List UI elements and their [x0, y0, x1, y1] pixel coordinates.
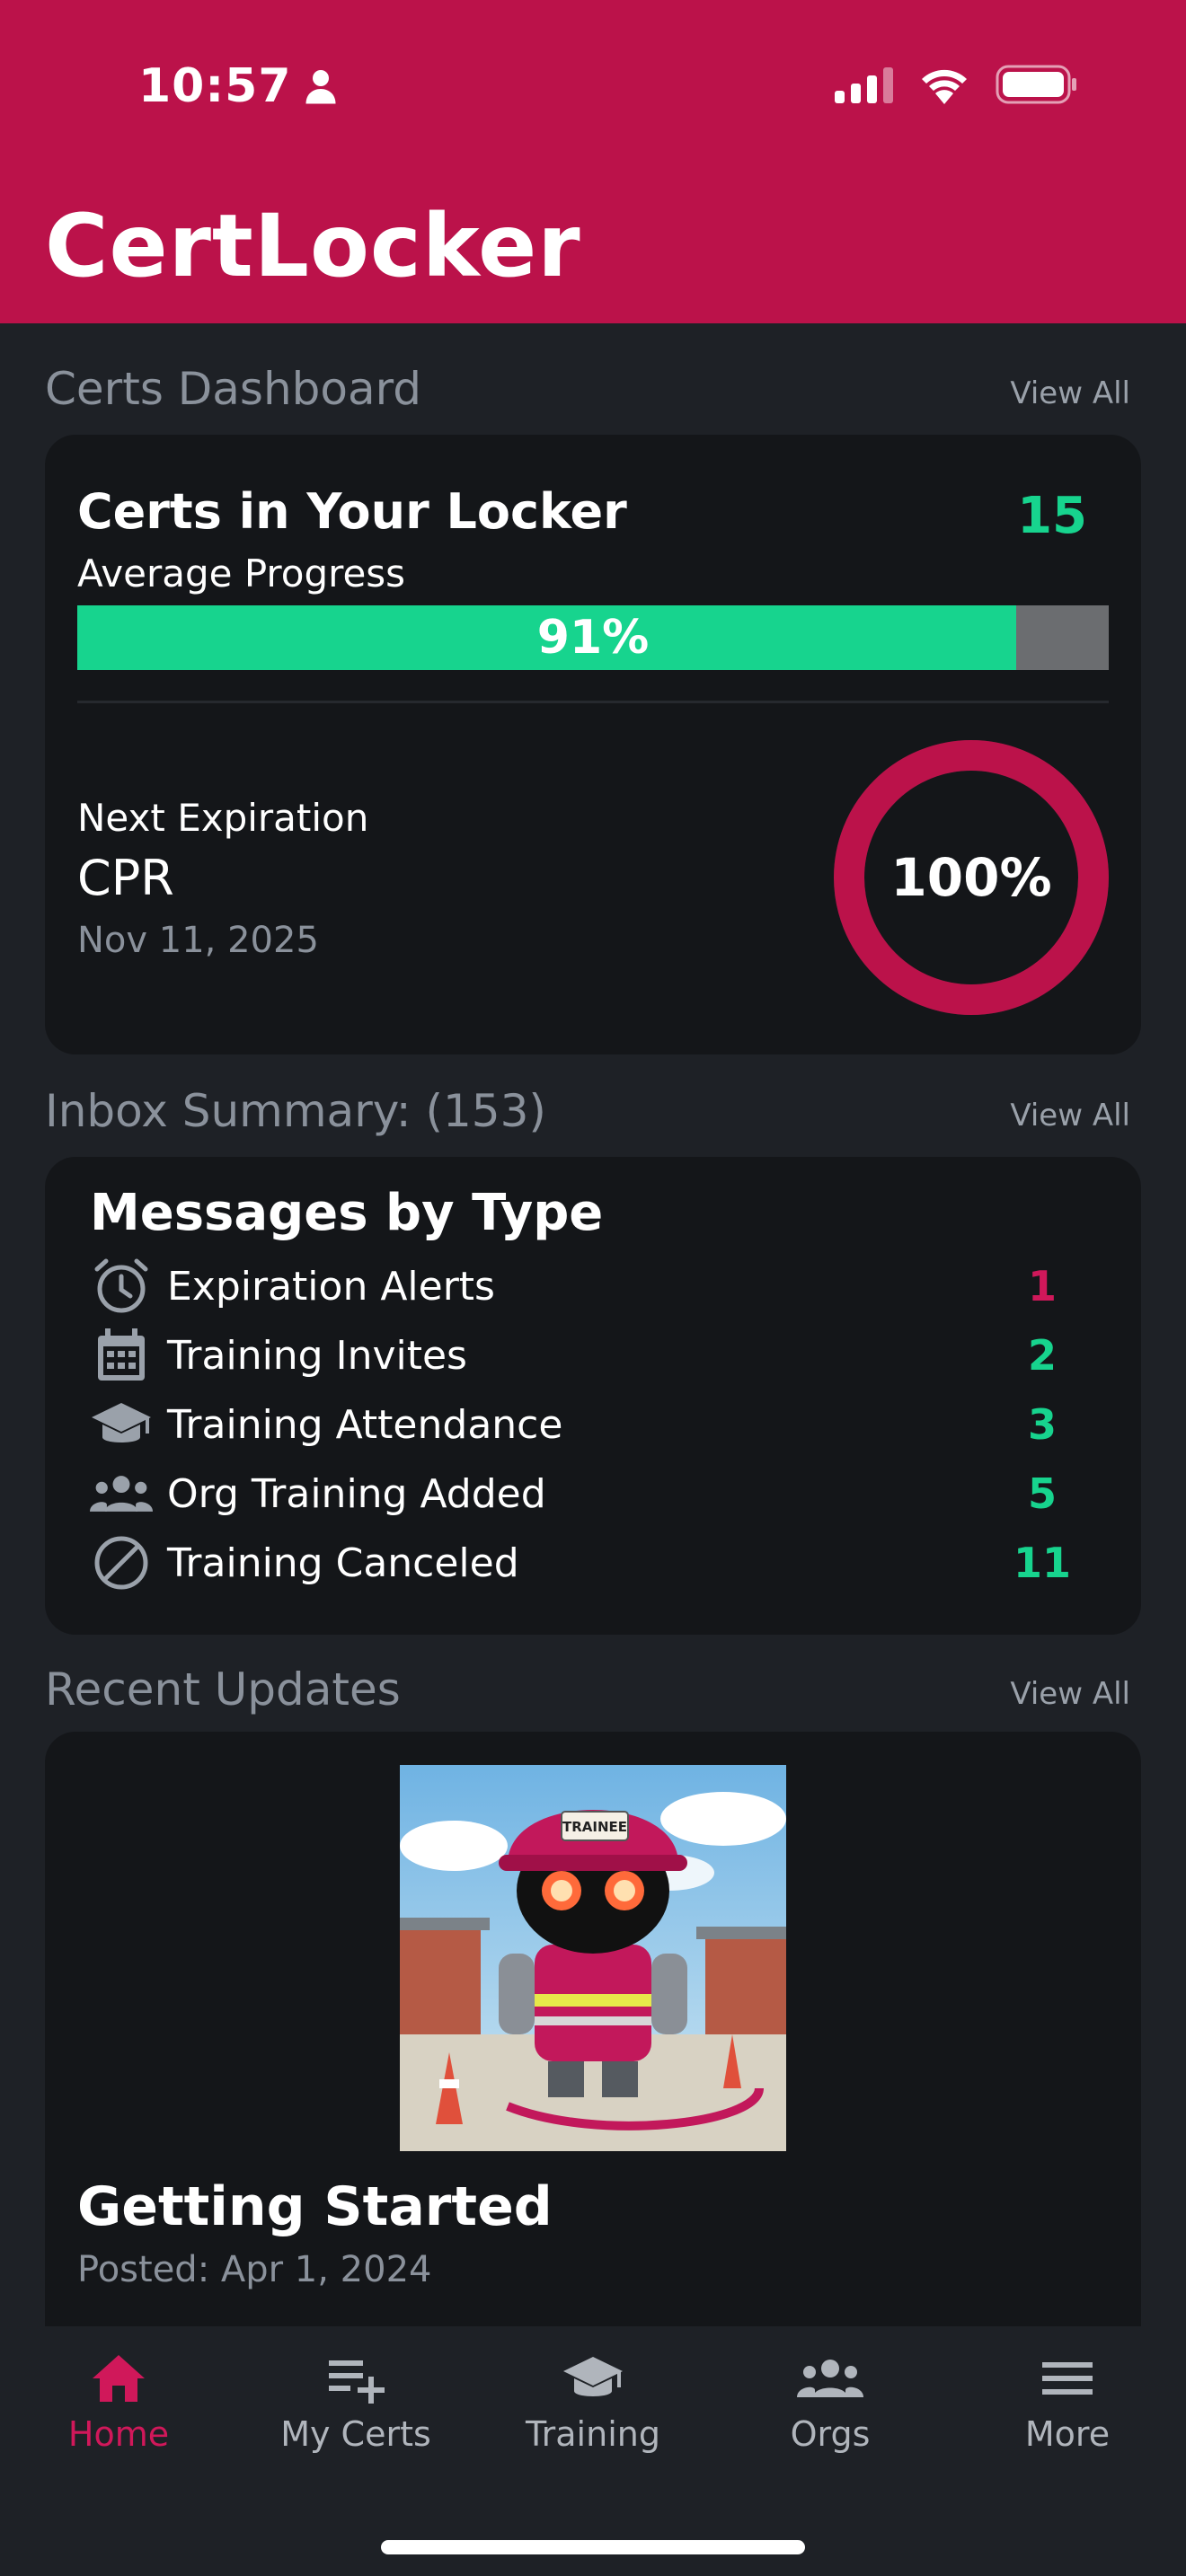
messages-card-title: Messages by Type	[90, 1184, 604, 1242]
nav-label: Home	[67, 2414, 170, 2454]
alarm-clock-icon	[90, 1255, 153, 1318]
home-icon	[93, 2355, 145, 2402]
status-time: 10:57	[138, 59, 337, 113]
message-type-label: Training Invites	[167, 1332, 467, 1379]
menu-icon	[1042, 2362, 1093, 2395]
inbox-summary-heading: Inbox Summary: (153)	[45, 1085, 546, 1137]
progress-value: 91%	[536, 611, 650, 665]
messages-card: Messages by Type Expiration Alerts 1 Tra…	[45, 1157, 1141, 1635]
message-type-row[interactable]: Training Canceled 11	[90, 1529, 1096, 1597]
next-expiration-date: Nov 11, 2025	[77, 920, 319, 961]
updates-view-all-link[interactable]: View All	[1010, 1676, 1130, 1712]
divider	[77, 701, 1109, 703]
inbox-view-all-link[interactable]: View All	[1010, 1098, 1130, 1134]
certs-card[interactable]: Certs in Your Locker 15 Average Progress…	[45, 435, 1141, 1054]
next-expiration-label: Next Expiration	[77, 796, 369, 840]
status-indicators	[835, 65, 1078, 104]
nav-orgs[interactable]: Orgs	[712, 2353, 949, 2454]
message-type-label: Training Canceled	[167, 1539, 519, 1586]
app-screen: 10:57 CertLocker Certs Dashboard View Al…	[0, 0, 1186, 2576]
message-type-count: 3	[1027, 1400, 1057, 1449]
average-progress-bar: 91%	[77, 605, 1109, 670]
nav-training[interactable]: Training	[474, 2353, 712, 2454]
next-expiration-cert: CPR	[77, 850, 174, 906]
message-type-row[interactable]: Org Training Added 5	[90, 1460, 1096, 1528]
graduation-cap-icon	[90, 1393, 153, 1456]
update-date: Posted: Apr 1, 2024	[77, 2249, 432, 2290]
certs-dashboard-heading: Certs Dashboard	[45, 363, 422, 415]
graduation-cap-icon	[563, 2357, 623, 2396]
status-time-text: 10:57	[138, 59, 292, 113]
message-type-count: 1	[1027, 1262, 1057, 1310]
nav-label: Training	[526, 2414, 660, 2454]
home-indicator[interactable]	[381, 2540, 805, 2554]
playlist-add-icon	[329, 2360, 385, 2404]
bottom-nav: Home My Certs Training Orgs More	[0, 2326, 1186, 2576]
app-header: 10:57 CertLocker	[0, 0, 1186, 323]
message-type-label: Training Attendance	[167, 1401, 563, 1448]
battery-icon	[996, 65, 1076, 104]
ring-value: 100%	[890, 847, 1052, 908]
group-icon	[797, 2360, 863, 2397]
nav-my-certs[interactable]: My Certs	[237, 2353, 474, 2454]
person-icon	[305, 70, 336, 104]
calendar-icon	[90, 1324, 153, 1387]
nav-more[interactable]: More	[949, 2353, 1186, 2454]
message-type-row[interactable]: Expiration Alerts 1	[90, 1252, 1096, 1320]
message-type-row[interactable]: Training Invites 2	[90, 1321, 1096, 1389]
nav-label: Orgs	[790, 2414, 871, 2454]
nav-label: More	[1024, 2414, 1111, 2454]
update-title: Getting Started	[77, 2175, 553, 2238]
message-type-count: 2	[1027, 1331, 1057, 1380]
nav-label: My Certs	[280, 2414, 431, 2454]
cancel-icon	[90, 1531, 153, 1594]
wifi-icon	[922, 69, 967, 104]
update-card[interactable]: TRAINEE Getting Started Posted: Apr 1, 2…	[45, 1732, 1141, 2360]
trainee-badge-text: TRAINEE	[562, 1819, 627, 1835]
message-type-count: 5	[1027, 1469, 1057, 1518]
message-type-count: 11	[1013, 1539, 1071, 1587]
update-image: TRAINEE	[400, 1765, 786, 2151]
certs-count: 15	[1017, 487, 1087, 545]
message-type-row[interactable]: Training Attendance 3	[90, 1390, 1096, 1459]
certs-card-title: Certs in Your Locker	[77, 483, 627, 540]
message-type-label: Org Training Added	[167, 1470, 546, 1517]
group-icon	[90, 1462, 153, 1525]
certs-view-all-link[interactable]: View All	[1010, 375, 1130, 411]
average-progress-label: Average Progress	[77, 551, 406, 595]
nav-home[interactable]: Home	[0, 2353, 237, 2454]
cell-signal-icon	[835, 66, 893, 103]
message-type-label: Expiration Alerts	[167, 1263, 495, 1310]
recent-updates-heading: Recent Updates	[45, 1663, 401, 1716]
app-title: CertLocker	[45, 196, 581, 296]
